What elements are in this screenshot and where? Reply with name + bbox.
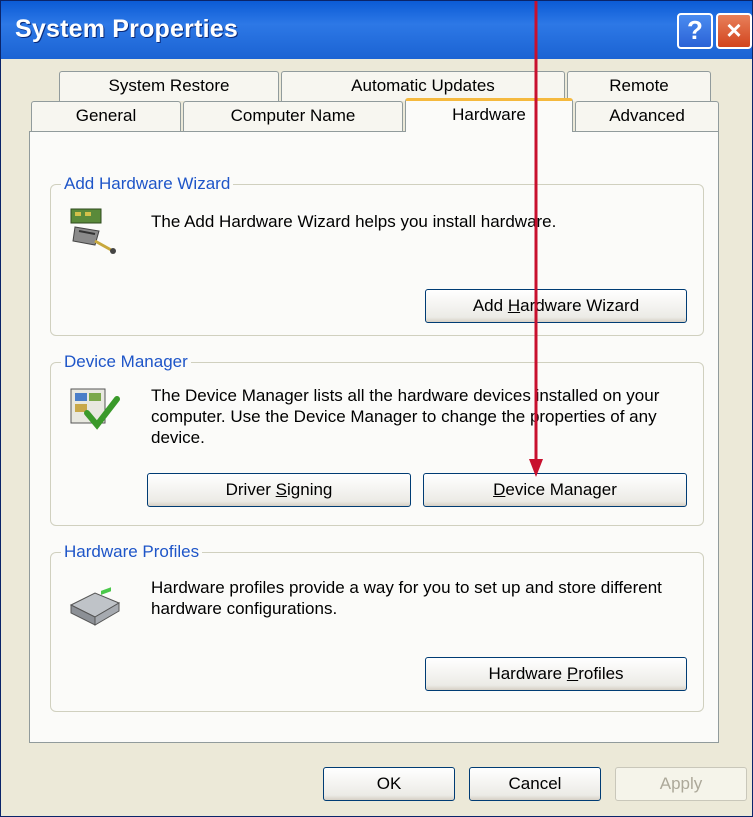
window-title: System Properties <box>15 15 238 43</box>
device-manager-description: The Device Manager lists all the hardwar… <box>151 386 660 447</box>
tab-general[interactable]: General <box>31 101 181 131</box>
help-button[interactable]: ? <box>677 13 713 49</box>
add-hardware-description: The Add Hardware Wizard helps you instal… <box>151 212 557 231</box>
close-button[interactable]: × <box>716 13 752 49</box>
tab-system-restore[interactable]: System Restore <box>59 71 279 101</box>
device-manager-group: Device Manager The Device Manager lists … <box>50 352 704 526</box>
hardware-profiles-pre: Hardware <box>488 664 567 683</box>
tab-remote[interactable]: Remote <box>567 71 711 101</box>
add-hardware-group-title: Add Hardware Wizard <box>61 174 234 194</box>
cancel-button[interactable]: Cancel <box>469 767 601 801</box>
hardware-profiles-button[interactable]: Hardware Profiles <box>425 657 687 691</box>
hardware-profiles-group: Hardware Profiles Hardware profiles prov… <box>50 542 704 712</box>
hardware-profiles-group-title: Hardware Profiles <box>61 542 203 562</box>
tab-advanced[interactable]: Advanced <box>575 101 719 131</box>
driver-signing-accel: S <box>275 480 288 499</box>
ok-button[interactable]: OK <box>323 767 455 801</box>
title-bar[interactable]: System Properties ? × <box>1 1 752 59</box>
annotation-arrow <box>529 1 543 477</box>
device-manager-button[interactable]: Device Manager <box>423 473 687 507</box>
add-hardware-wizard-group: Add Hardware Wizard The Add Hardware Wiz… <box>50 174 704 336</box>
add-hardware-wizard-button[interactable]: Add Hardware Wizard <box>425 289 687 323</box>
driver-signing-post: igning <box>287 480 333 499</box>
hardware-profiles-post: rofiles <box>578 664 624 683</box>
driver-signing-pre: Driver <box>225 480 276 499</box>
device-manager-accel: D <box>493 480 506 499</box>
driver-signing-button[interactable]: Driver Signing <box>147 473 411 507</box>
device-manager-icon <box>70 388 120 430</box>
device-manager-post: evice Manager <box>505 480 617 499</box>
hardware-wizard-icon <box>70 208 116 254</box>
hardware-profiles-accel: P <box>566 664 579 683</box>
tab-automatic-updates[interactable]: Automatic Updates <box>281 71 565 101</box>
tab-hardware[interactable]: Hardware <box>405 98 573 132</box>
tab-computer-name[interactable]: Computer Name <box>183 101 403 131</box>
hardware-tab-panel: Add Hardware Wizard The Add Hardware Wiz… <box>29 131 719 743</box>
device-manager-group-title: Device Manager <box>61 352 191 372</box>
add-hardware-button-accel: H <box>507 296 521 315</box>
apply-button[interactable]: Apply <box>615 767 747 801</box>
system-properties-window: System Properties ? × System Restore Aut… <box>0 0 753 817</box>
hardware-profiles-icon <box>69 587 121 626</box>
add-hardware-button-pre: Add <box>472 296 508 315</box>
hardware-profiles-description: Hardware profiles provide a way for you … <box>151 578 662 618</box>
